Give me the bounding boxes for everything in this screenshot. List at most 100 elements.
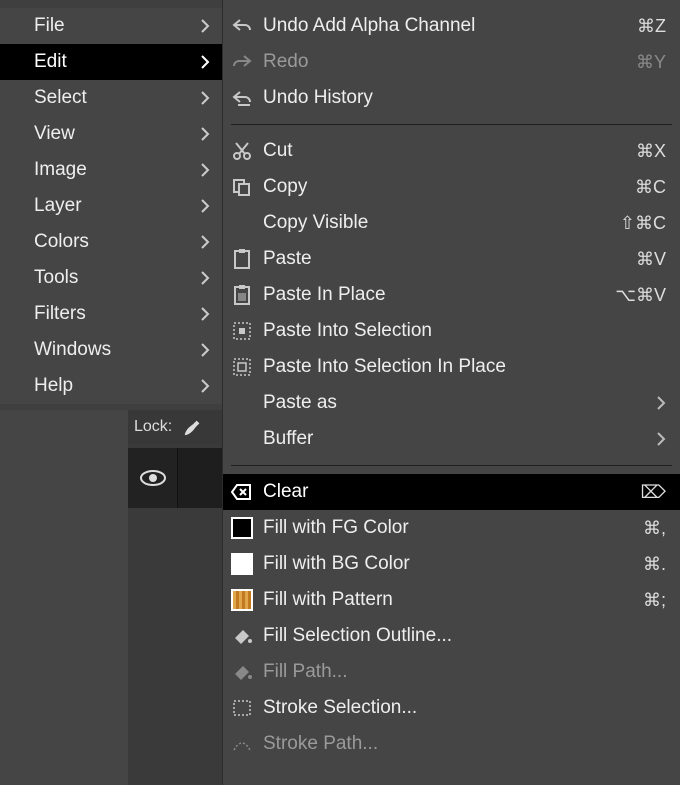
menu-item-buffer[interactable]: Buffer (223, 421, 680, 457)
chevron-right-icon (200, 235, 210, 249)
menu-item-shortcut: ⌘V (636, 249, 666, 270)
left-column: File Edit Select View Image (0, 0, 222, 785)
menubar-label: View (34, 123, 75, 145)
chevron-right-icon (200, 19, 210, 33)
redo-icon (229, 50, 255, 74)
menu-item-paste-in-place[interactable]: Paste In Place ⌥⌘V (223, 277, 680, 313)
menu-item-label: Buffer (263, 428, 648, 450)
menu-item-fill-fg[interactable]: Fill with FG Color ⌘, (223, 510, 680, 546)
menu-item-label: Paste (263, 248, 628, 270)
menubar-item-layer[interactable]: Layer (0, 188, 222, 224)
menu-item-fill-bg[interactable]: Fill with BG Color ⌘. (223, 546, 680, 582)
menu-item-label: Fill Selection Outline... (263, 625, 666, 647)
menu-item-fill-selection-outline[interactable]: Fill Selection Outline... (223, 618, 680, 654)
brush-icon[interactable] (182, 416, 204, 438)
edit-submenu: Undo Add Alpha Channel ⌘Z Redo ⌘Y Undo H… (222, 0, 680, 785)
lock-row: Lock: (128, 410, 222, 444)
menubar-label: Layer (34, 195, 82, 217)
chevron-right-icon (200, 127, 210, 141)
menu-item-cut[interactable]: Cut ⌘X (223, 133, 680, 169)
menubar-item-filters[interactable]: Filters (0, 296, 222, 332)
paste-into-selection-icon (229, 319, 255, 343)
menu-item-stroke-selection[interactable]: Stroke Selection... (223, 690, 680, 726)
chevron-right-icon (200, 379, 210, 393)
menubar-label: Edit (34, 51, 67, 73)
bucket-icon (229, 660, 255, 684)
eye-icon (139, 468, 167, 488)
menu-item-label: Fill with Pattern (263, 589, 635, 611)
menu-item-fill-pattern[interactable]: Fill with Pattern ⌘; (223, 582, 680, 618)
menu-item-label: Undo Add Alpha Channel (263, 15, 629, 37)
menu-item-paste-into-selection[interactable]: Paste Into Selection (223, 313, 680, 349)
stroke-selection-icon (229, 696, 255, 720)
menu-item-label: Fill Path... (263, 661, 666, 683)
menubar: File Edit Select View Image (0, 0, 222, 410)
menubar-item-image[interactable]: Image (0, 152, 222, 188)
menu-item-shortcut: ⌥⌘V (615, 285, 666, 306)
chevron-right-icon (200, 307, 210, 321)
history-icon (229, 86, 255, 110)
fg-color-swatch-icon (229, 516, 255, 540)
paste-into-selection-in-place-icon (229, 355, 255, 379)
bg-color-swatch-icon (229, 552, 255, 576)
menubar-item-file[interactable]: File (0, 8, 222, 44)
menu-item-fill-path[interactable]: Fill Path... (223, 654, 680, 690)
layers-panel: Lock: (128, 410, 222, 785)
chevron-right-icon (200, 163, 210, 177)
app-root: File Edit Select View Image (0, 0, 680, 785)
stroke-path-icon (229, 732, 255, 756)
menubar-label: Tools (34, 267, 78, 289)
menubar-label: Image (34, 159, 87, 181)
menubar-label: Select (34, 87, 87, 109)
menu-item-label: Cut (263, 140, 628, 162)
menubar-label: File (34, 15, 65, 37)
menu-item-undo-history[interactable]: Undo History (223, 80, 680, 116)
cut-icon (229, 139, 255, 163)
menubar-item-edit[interactable]: Edit (0, 44, 222, 80)
paste-icon (229, 247, 255, 271)
menu-item-label: Copy Visible (263, 212, 612, 234)
layer-thumbnail[interactable] (178, 448, 222, 508)
copy-icon (229, 175, 255, 199)
pattern-swatch-icon (229, 588, 255, 612)
chevron-right-icon (656, 432, 666, 446)
menu-item-stroke-path[interactable]: Stroke Path... (223, 726, 680, 762)
menubar-item-colors[interactable]: Colors (0, 224, 222, 260)
menu-item-shortcut: ⌘C (635, 177, 666, 198)
menubar-item-view[interactable]: View (0, 116, 222, 152)
menu-item-undo[interactable]: Undo Add Alpha Channel ⌘Z (223, 8, 680, 44)
menu-item-paste-as[interactable]: Paste as (223, 385, 680, 421)
menu-item-copy-visible[interactable]: Copy Visible ⇧⌘C (223, 205, 680, 241)
menu-separator (231, 124, 672, 125)
blank-icon (229, 391, 255, 415)
menubar-item-help[interactable]: Help (0, 368, 222, 404)
blank-icon (229, 427, 255, 451)
chevron-right-icon (200, 55, 210, 69)
menu-item-label: Copy (263, 176, 627, 198)
menu-item-label: Paste Into Selection In Place (263, 356, 666, 378)
menubar-label: Colors (34, 231, 89, 253)
menu-item-label: Redo (263, 51, 628, 73)
lock-label: Lock: (134, 418, 172, 436)
layer-row[interactable] (128, 448, 222, 508)
menu-item-label: Stroke Path... (263, 733, 666, 755)
menu-item-paste[interactable]: Paste ⌘V (223, 241, 680, 277)
menubar-item-windows[interactable]: Windows (0, 332, 222, 368)
menu-item-label: Paste In Place (263, 284, 607, 306)
menu-item-shortcut: ⌘Z (637, 16, 666, 37)
visibility-toggle[interactable] (128, 448, 178, 508)
menu-item-shortcut: ⌦ (641, 482, 666, 503)
menubar-item-select[interactable]: Select (0, 80, 222, 116)
menu-item-redo[interactable]: Redo ⌘Y (223, 44, 680, 80)
menu-item-label: Fill with FG Color (263, 517, 635, 539)
menu-item-copy[interactable]: Copy ⌘C (223, 169, 680, 205)
menu-separator (231, 465, 672, 466)
menu-item-shortcut: ⌘Y (636, 52, 666, 73)
clear-icon (229, 480, 255, 504)
menubar-item-tools[interactable]: Tools (0, 260, 222, 296)
menu-item-clear[interactable]: Clear ⌦ (223, 474, 680, 510)
chevron-right-icon (656, 396, 666, 410)
menubar-label: Filters (34, 303, 86, 325)
chevron-right-icon (200, 343, 210, 357)
menu-item-paste-into-selection-in-place[interactable]: Paste Into Selection In Place (223, 349, 680, 385)
